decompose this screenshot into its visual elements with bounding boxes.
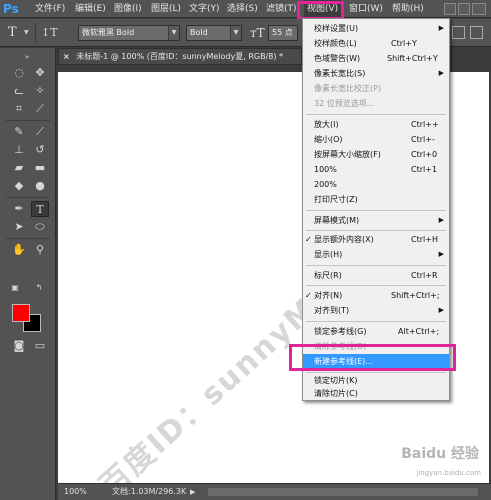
view-menu-item[interactable]: 按屏幕大小缩放(F) Ctrl+0 <box>303 147 449 162</box>
dodge-tool-icon[interactable]: ● <box>31 178 49 194</box>
magic-wand-tool-icon[interactable]: ✧ <box>31 83 49 99</box>
view-menu-item[interactable]: 打印尺寸(Z) <box>303 192 449 207</box>
blur-tool-icon[interactable]: ◆ <box>10 178 28 194</box>
chevron-down-icon: ▼ <box>168 26 179 40</box>
history-brush-tool-icon[interactable]: ↺ <box>31 142 49 158</box>
crop-tool-icon[interactable]: ⌗ <box>10 101 28 117</box>
check-icon: ✓ <box>305 235 312 244</box>
menu-separator <box>306 114 446 115</box>
shape-tool-icon[interactable]: ⬭ <box>31 219 49 235</box>
toggle-text-orientation-icon[interactable]: ↕T <box>41 24 58 42</box>
menu-separator <box>306 265 446 266</box>
zoom-level[interactable]: 100% <box>64 484 87 500</box>
maximize-button[interactable] <box>458 3 470 15</box>
toolbox-separator <box>6 120 50 121</box>
path-selection-tool-icon[interactable]: ➤ <box>10 219 28 235</box>
font-size-value: 55 点 <box>272 28 293 37</box>
tool-preset-chevron-icon[interactable]: ▼ <box>24 29 29 36</box>
check-icon: ✓ <box>305 291 312 300</box>
menu-help[interactable]: 帮助(H) <box>392 0 424 18</box>
hand-tool-icon[interactable]: ✋ <box>10 242 28 258</box>
menu-type[interactable]: 文字(Y) <box>189 0 220 18</box>
menu-separator <box>306 285 446 286</box>
menu-file[interactable]: 文件(F) <box>35 0 65 18</box>
close-icon[interactable]: × <box>63 52 70 61</box>
close-button[interactable] <box>472 3 486 15</box>
view-menu-item[interactable]: ✓ 显示额外内容(X) Ctrl+H <box>303 232 449 247</box>
toolbox-separator <box>6 238 50 239</box>
font-size-icon: ᴛT <box>250 26 265 40</box>
swap-colors-icon[interactable]: ↰ <box>30 280 48 296</box>
view-menu-item[interactable]: 标尺(R) Ctrl+R <box>303 268 449 283</box>
collapse-panel-icon[interactable]: » <box>18 49 36 65</box>
menu-image[interactable]: 图像(I) <box>114 0 142 18</box>
minimize-button[interactable] <box>444 3 456 15</box>
menu-edit[interactable]: 编辑(E) <box>75 0 106 18</box>
foreground-color-swatch[interactable] <box>12 304 30 322</box>
menu-layer[interactable]: 图层(L) <box>151 0 181 18</box>
brush-tool-icon[interactable]: ⟋ <box>31 124 49 140</box>
type-tool-icon[interactable]: T <box>8 24 17 42</box>
clone-stamp-tool-icon[interactable]: ⊥ <box>10 142 28 158</box>
view-menu-item[interactable]: 显示(H) ▶ <box>303 247 449 262</box>
view-menu-item[interactable]: 像素长宽比(S) ▶ <box>303 66 449 81</box>
view-menu-item[interactable]: 对齐到(T) ▶ <box>303 303 449 318</box>
view-menu-item[interactable]: 放大(I) Ctrl++ <box>303 117 449 132</box>
font-style-select[interactable]: Bold ▼ <box>186 25 242 41</box>
toolbox: » ◌ ✥ ᓚ ✧ ⌗ ⟋ ✎ ⟋ ⊥ ↺ ▰ ▬ ◆ ● ✒ T ➤ ⬭ ✋ … <box>0 48 56 500</box>
view-menu-item: 32 位预览选项... <box>314 99 375 108</box>
view-menu-item[interactable]: 色域警告(W) Shift+Ctrl+Y <box>303 51 449 66</box>
menu-separator <box>306 230 446 231</box>
view-menu-item[interactable]: 屏幕模式(M) ▶ <box>303 213 449 228</box>
screen-mode-icon[interactable]: ▭ <box>31 338 49 354</box>
status-arrow-icon[interactable]: ▶ <box>190 484 195 500</box>
highlight-box-new-guide <box>289 344 456 371</box>
photoshop-logo: Ps <box>3 2 19 16</box>
default-colors-icon[interactable]: ▣ <box>6 280 24 296</box>
font-size-select[interactable]: 55 点 <box>268 25 298 41</box>
gradient-tool-icon[interactable]: ▬ <box>31 160 49 176</box>
font-family-value: 微软雅黑 Bold <box>82 28 135 37</box>
menu-filter[interactable]: 滤镜(T) <box>266 0 297 18</box>
eraser-tool-icon[interactable]: ▰ <box>10 160 28 176</box>
eyedropper-tool-icon[interactable]: ⟋ <box>31 101 49 117</box>
quick-mask-icon[interactable]: ◙ <box>10 338 28 354</box>
menu-separator <box>306 210 446 211</box>
view-menu-item[interactable]: 100% Ctrl+1 <box>303 162 449 177</box>
view-menu-item[interactable]: 校样设置(U) ▶ <box>303 21 449 36</box>
menu-select[interactable]: 选择(S) <box>227 0 258 18</box>
document-tab[interactable]: × 未标题-1 @ 100% (百度ID：sunnyMelody夏, RGB/8… <box>58 48 302 65</box>
font-family-select[interactable]: 微软雅黑 Bold ▼ <box>78 25 180 41</box>
pen-tool-icon[interactable]: ✒ <box>10 201 28 217</box>
view-menu-item[interactable]: 缩小(O) Ctrl+- <box>303 132 449 147</box>
chevron-down-icon: ▼ <box>230 26 241 40</box>
marquee-tool-icon[interactable]: ◌ <box>10 65 28 81</box>
baidu-url: jingyan.baidu.com <box>416 469 481 477</box>
view-menu-item: 像素长宽比校正(P) <box>314 84 382 93</box>
font-style-value: Bold <box>190 28 208 37</box>
view-menu-item[interactable]: ✓ 对齐(N) Shift+Ctrl+; <box>303 288 449 303</box>
status-bar: 100% 文档:1.03M/296.3K ▶ <box>58 483 491 500</box>
move-tool-icon[interactable]: ✥ <box>31 65 49 81</box>
view-menu-item[interactable]: 锁定参考线(G) Alt+Ctrl+; <box>303 324 449 339</box>
view-menu-item[interactable]: 200% <box>303 177 449 192</box>
view-menu-item[interactable]: 清除切片(C) <box>303 386 449 401</box>
document-size: 文档:1.03M/296.3K <box>112 487 187 496</box>
align-right-icon[interactable] <box>470 26 483 39</box>
document-title: 未标题-1 @ 100% (百度ID：sunnyMelody夏, RGB/8) … <box>76 52 284 61</box>
view-menu-item[interactable]: 校样颜色(L) Ctrl+Y <box>303 36 449 51</box>
healing-brush-tool-icon[interactable]: ✎ <box>10 124 28 140</box>
zoom-tool-icon[interactable]: ⚲ <box>31 242 49 258</box>
align-center-icon[interactable] <box>452 26 465 39</box>
baidu-logo: Baidu 经验 <box>401 446 479 462</box>
horizontal-scrollbar[interactable] <box>208 488 478 496</box>
type-tool-icon[interactable]: T <box>31 201 49 217</box>
menu-separator <box>306 321 446 322</box>
lasso-tool-icon[interactable]: ᓚ <box>10 83 28 99</box>
menu-window[interactable]: 窗口(W) <box>349 0 383 18</box>
toolbox-separator <box>6 197 50 198</box>
menu-bar: Ps 文件(F) 编辑(E) 图像(I) 图层(L) 文字(Y) 选择(S) 滤… <box>0 0 491 18</box>
options-separator <box>35 23 36 43</box>
